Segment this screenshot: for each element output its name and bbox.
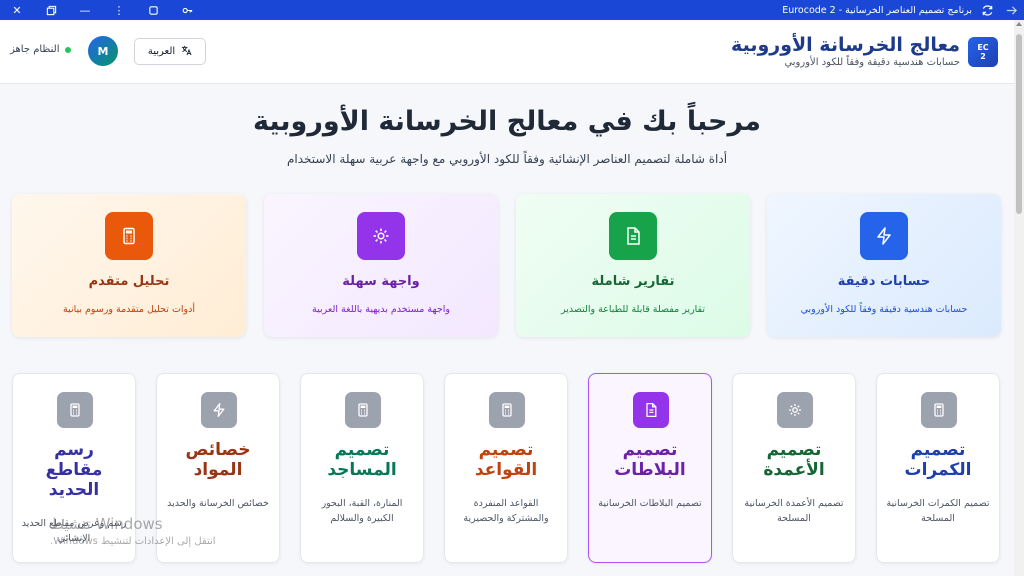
calculator-icon xyxy=(57,392,93,428)
more-icon[interactable]: ⋮ xyxy=(102,0,136,20)
calculator-icon xyxy=(105,212,153,260)
module-desc: القواعد المنفردة والمشتركة والحصيرية xyxy=(463,498,549,524)
feature-desc: تقارير مفصلة قابلة للطباعة والتصدير xyxy=(560,304,706,315)
module-desc: تصميم البلاطات الخرسانية xyxy=(598,498,702,509)
system-status: النظام جاهز xyxy=(10,44,72,55)
module-card-slabs[interactable]: تصميم البلاطات تصميم البلاطات الخرسانية xyxy=(588,373,712,563)
module-title: رسم مقاطع الحديد xyxy=(45,440,103,500)
module-desc: تصميم الأعمدة الخرسانية المسلحة xyxy=(744,498,844,524)
feature-card-accurate: حسابات دقيقة حسابات هندسية دقيقة وفقاً ل… xyxy=(767,194,1001,337)
module-card-mosques[interactable]: تصميم المساجد المنارة، القبة، البحور الك… xyxy=(300,373,424,563)
welcome-subtitle: أداة شاملة لتصميم العناصر الإنشائية وفقا… xyxy=(286,152,728,166)
module-card-columns[interactable]: تصميم الأعمدة تصميم الأعمدة الخرسانية ال… xyxy=(732,373,856,563)
translate-icon xyxy=(181,45,192,59)
feature-desc: أدوات تحليل متقدمة ورسوم بيانية xyxy=(63,304,195,315)
module-card-steel-sections[interactable]: رسم مقاطع الحديد رسم وعرض مقاطع الحديد ا… xyxy=(12,373,136,563)
module-title: تصميم القواعد xyxy=(474,440,538,480)
language-button[interactable]: العربية xyxy=(134,38,206,65)
app-header: EC 2 معالج الخرسانة الأوروبية حسابات هند… xyxy=(0,20,1014,84)
feature-card-interface: واجهة سهلة واجهة مستخدم بديهية باللغة ال… xyxy=(264,194,498,337)
gear-icon xyxy=(357,212,405,260)
close-icon[interactable]: ✕ xyxy=(0,0,34,20)
module-card-materials[interactable]: خصائص المواد خصائص الخرسانة والحديد xyxy=(156,373,280,563)
lightning-icon xyxy=(201,392,237,428)
key-icon[interactable] xyxy=(170,0,204,20)
window-titlebar: ✕ — ⋮ برنامج تصميم العناصر الخرسانية - E… xyxy=(0,0,1024,20)
avatar[interactable]: M xyxy=(88,36,118,66)
module-title: تصميم الكمرات xyxy=(904,440,972,480)
calculator-icon xyxy=(921,392,957,428)
window-title: برنامج تصميم العناصر الخرسانية - Eurocod… xyxy=(782,4,972,16)
module-title: تصميم الأعمدة xyxy=(763,440,825,480)
minimize-icon[interactable]: — xyxy=(68,0,102,20)
language-label: العربية xyxy=(147,46,176,57)
extensions-icon[interactable] xyxy=(136,0,170,20)
welcome-title: مرحباً بك في معالج الخرسانة الأوروبية xyxy=(253,106,761,137)
module-desc: خصائص الخرسانة والحديد xyxy=(167,498,269,509)
feature-title: تحليل متقدم xyxy=(88,274,170,289)
feature-desc: حسابات هندسية دقيقة وفقاً للكود الأوروبي xyxy=(800,304,968,315)
feature-title: واجهة سهلة xyxy=(342,274,420,289)
refresh-icon[interactable] xyxy=(978,1,996,19)
lightning-icon xyxy=(860,212,908,260)
document-icon xyxy=(609,212,657,260)
calculator-icon xyxy=(489,392,525,428)
feature-title: تقارير شاملة xyxy=(591,274,675,289)
calculator-icon xyxy=(345,392,381,428)
page-scrollbar[interactable] xyxy=(1014,20,1024,576)
scroll-up-icon[interactable] xyxy=(1016,22,1022,26)
forward-icon[interactable] xyxy=(1002,1,1020,19)
feature-desc: واجهة مستخدم بديهية باللغة العربية xyxy=(312,304,450,315)
module-title: تصميم المساجد xyxy=(327,440,397,480)
document-icon xyxy=(633,392,669,428)
activation-watermark-sub: انتقل إلى الإعدادات لتنشيط Windows. xyxy=(50,536,216,547)
module-desc: المنارة، القبة، البحور الكبيرة والسلالم xyxy=(321,498,403,524)
feature-title: حسابات دقيقة xyxy=(837,274,931,289)
feature-card-analysis: تحليل متقدم أدوات تحليل متقدمة ورسوم بيا… xyxy=(12,194,246,337)
gear-icon xyxy=(777,392,813,428)
status-dot-icon xyxy=(65,46,72,53)
module-title: تصميم البلاطات xyxy=(614,440,686,480)
scroll-thumb[interactable] xyxy=(1016,34,1022,214)
app-logo: EC 2 xyxy=(968,37,998,67)
activation-watermark: تنشيط Windows xyxy=(50,515,163,533)
module-card-beams[interactable]: تصميم الكمرات تصميم الكمرات الخرسانية ال… xyxy=(876,373,1000,563)
app-subtitle: حسابات هندسية دقيقة وفقاً للكود الأوروبي xyxy=(784,57,960,68)
feature-card-reports: تقارير شاملة تقارير مفصلة قابلة للطباعة … xyxy=(516,194,750,337)
app-title: معالج الخرسانة الأوروبية xyxy=(731,34,960,56)
restore-icon[interactable] xyxy=(34,0,68,20)
module-card-foundations[interactable]: تصميم القواعد القواعد المنفردة والمشتركة… xyxy=(444,373,568,563)
module-desc: تصميم الكمرات الخرسانية المسلحة xyxy=(886,498,990,524)
module-title: خصائص المواد xyxy=(185,440,251,480)
status-text: النظام جاهز xyxy=(10,44,60,55)
